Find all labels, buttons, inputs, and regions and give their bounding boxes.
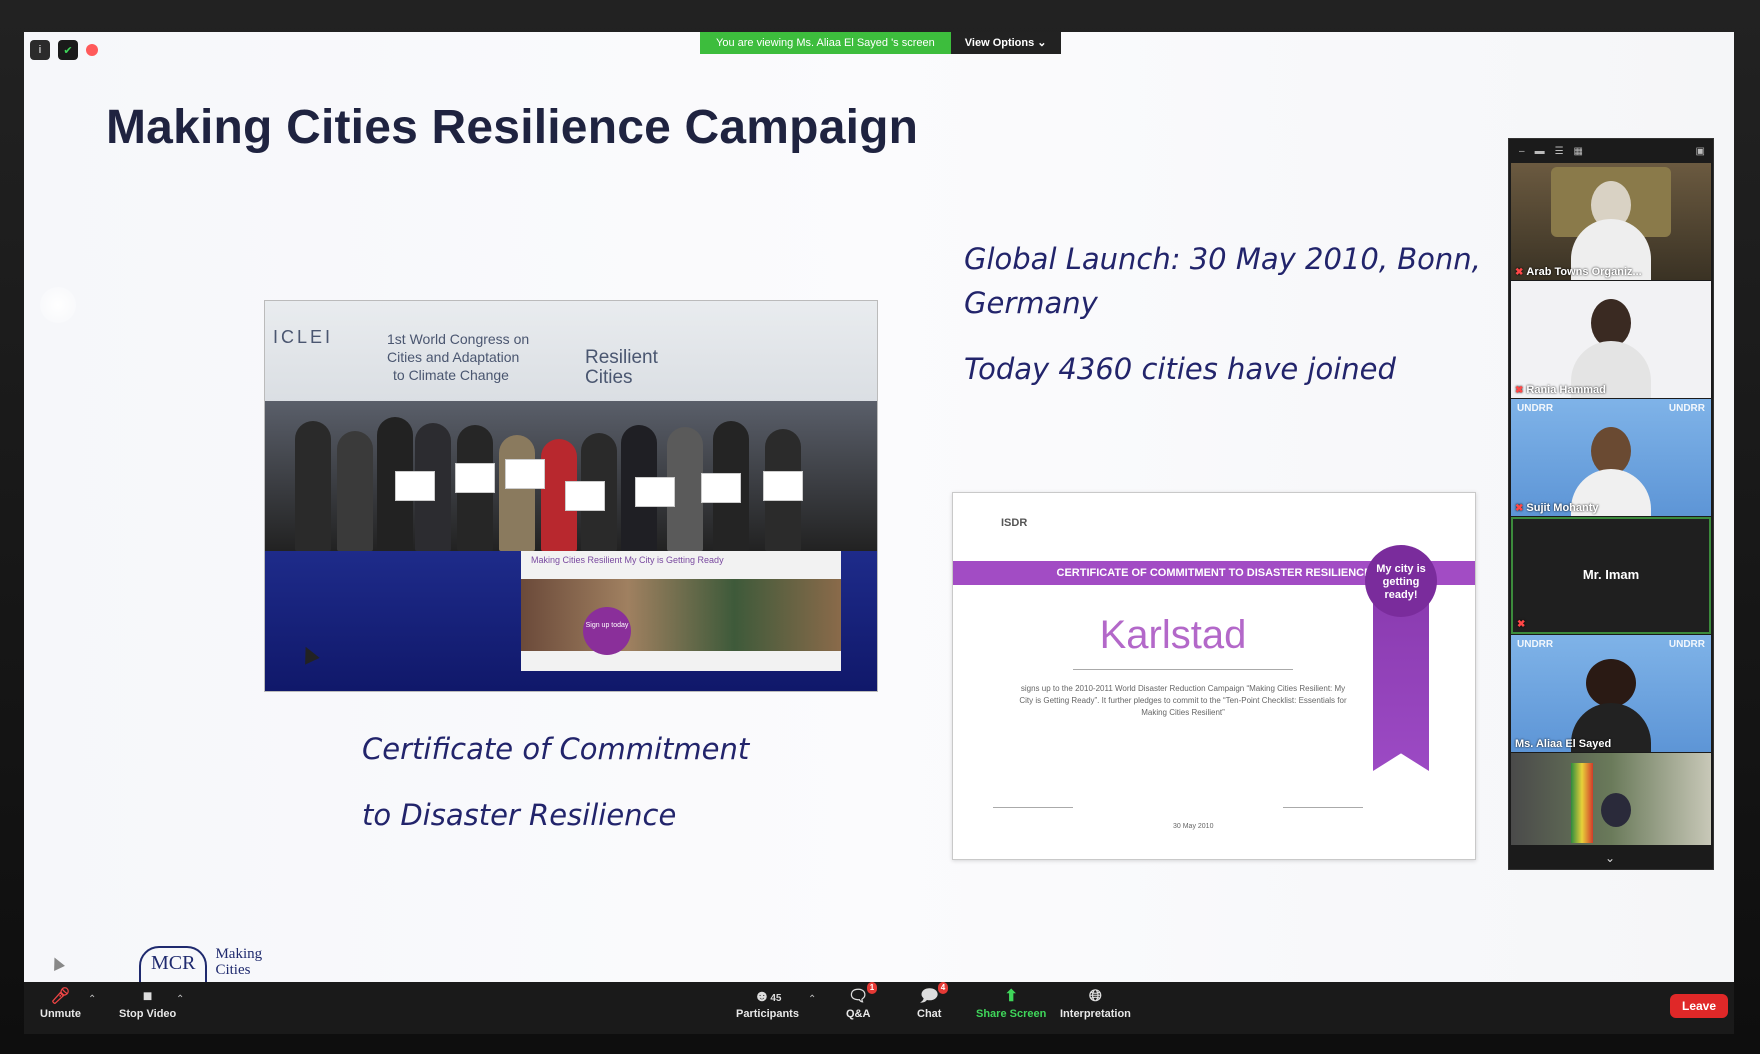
congress-text-3: to Climate Change [393, 367, 509, 383]
mcr-word-1: Making [215, 946, 263, 962]
certificate-date: 30 May 2010 [1173, 823, 1214, 830]
launch-photo: ICLEI 1st World Congress on Cities and A… [264, 300, 878, 692]
zoom-window: i ✔ You are viewing Ms. Aliaa El Sayed '… [24, 32, 1734, 1034]
top-left-controls: i ✔ [30, 40, 98, 60]
congress-text-1: 1st World Congress on [387, 331, 530, 347]
photo-backdrop [265, 301, 877, 411]
unmute-button[interactable]: 🎤︎ Unmute [40, 988, 81, 1020]
video-options-caret[interactable]: ⌃ [176, 994, 184, 1005]
signature-line-left [993, 807, 1073, 808]
chat-button[interactable]: 🗩︎ 4 Chat [917, 982, 949, 1020]
globe-icon: 🌐︎ [1089, 988, 1102, 1005]
seal-text: My city is getting ready! [1365, 545, 1437, 617]
chat-badge: 4 [937, 982, 949, 994]
iclei-text: ICLEI [273, 327, 334, 347]
certificate-body: signs up to the 2010-2011 World Disaster… [1019, 684, 1347, 717]
chat-icon: 🗩︎ 4 [918, 982, 949, 1006]
signature-line-right [1283, 807, 1363, 808]
participants-count: 45 [770, 993, 782, 1004]
participant-name: ✖ Sujit Mohanty [1515, 502, 1599, 514]
participant-name: Mr. Imam [1582, 567, 1640, 582]
minimize-icon[interactable]: – [1519, 146, 1525, 157]
qa-button[interactable]: 🗨︎ 1 Q&A [846, 982, 878, 1020]
mcr-mark: MCR [139, 946, 208, 984]
board-text: Making Cities Resilient My City is Getti… [531, 555, 724, 565]
screen-share-banner: You are viewing Ms. Aliaa El Sayed 's sc… [700, 32, 1061, 54]
participant-name: ✖ Rania Hammad [1515, 384, 1606, 396]
ribbon-seal: My city is getting ready! [1365, 545, 1437, 771]
cities-text: Cities [585, 367, 633, 388]
isdr-logo: ISDR [1001, 517, 1028, 529]
caption-line-1: Certificate of Commitment [362, 732, 750, 766]
undrr-logo: UNDRR [1517, 403, 1554, 414]
participant-tile[interactable] [1511, 753, 1711, 845]
congress-text-2: Cities and Adaptation [387, 349, 520, 365]
participant-name: ✖ Arab Towns Organiz... [1515, 266, 1642, 278]
strip-view-icon[interactable]: ☰ [1555, 146, 1564, 157]
share-screen-button[interactable]: ⬆ Share Screen [976, 988, 1046, 1020]
monitor-bezel: i ✔ You are viewing Ms. Aliaa El Sayed '… [0, 0, 1760, 1054]
interpretation-button[interactable]: 🌐︎ Interpretation [1060, 988, 1131, 1020]
launch-line-2: Germany [964, 286, 1098, 320]
leave-button[interactable]: Leave [1670, 994, 1729, 1018]
mic-muted-icon: ✖ [1515, 267, 1524, 278]
viewing-screen-label: You are viewing Ms. Aliaa El Sayed 's sc… [700, 32, 951, 54]
meeting-toolbar: 🎤︎ Unmute ⌃ ■ Stop Video ⌃ ☻45 Participa… [24, 982, 1734, 1034]
participants-button[interactable]: ☻45 Participants [736, 988, 799, 1020]
shared-slide: i ✔ You are viewing Ms. Aliaa El Sayed '… [24, 32, 1734, 984]
mic-muted-icon: ✖ [1515, 385, 1524, 396]
participant-tile[interactable]: ✖ Rania Hammad [1511, 281, 1711, 398]
slide-title: Making Cities Resilience Campaign [106, 101, 919, 154]
view-options-button[interactable]: View Options ⌄ [950, 32, 1061, 54]
single-view-icon[interactable]: ▬ [1535, 146, 1545, 157]
participants-options-caret[interactable]: ⌃ [808, 994, 816, 1005]
undrr-logo: UNDRR [1668, 403, 1705, 414]
launch-line-1: Global Launch: 30 May 2010, Bonn, [964, 242, 1481, 276]
sign-up-sticker: Sign up today [583, 607, 631, 655]
ribbon-tail [1373, 595, 1429, 771]
info-icon[interactable]: i [30, 40, 50, 60]
certificate-city: Karlstad [1099, 613, 1247, 657]
mcr-logo: MCR Making Cities [139, 946, 262, 984]
participant-tile[interactable]: UNDRR UNDRR Ms. Aliaa El Sayed [1511, 635, 1711, 752]
participant-tile[interactable]: ✖ Arab Towns Organiz... [1511, 163, 1711, 280]
chevron-down-icon[interactable]: ⌄ [1605, 851, 1615, 865]
certificate-image: ISDR CERTIFICATE OF COMMITMENT TO DISAST… [952, 492, 1476, 860]
participant-gallery: – ▬ ☰ ▦ ▣ ✖ Arab Towns Organiz... ✖ Rania … [1508, 138, 1714, 870]
recording-icon [86, 44, 98, 56]
undrr-logo: UNDRR [1668, 639, 1705, 650]
resilient-text: Resilient [585, 347, 658, 368]
undrr-logo: UNDRR [1517, 639, 1554, 650]
mcr-word-2: Cities [215, 962, 251, 978]
caption-line-2: to Disaster Resilience [362, 798, 677, 832]
mic-muted-icon: ✖ [1517, 619, 1526, 630]
people-group [265, 401, 877, 551]
qa-badge: 1 [866, 982, 878, 994]
participant-name: Ms. Aliaa El Sayed [1515, 738, 1612, 750]
stop-video-button[interactable]: ■ Stop Video [119, 988, 176, 1020]
share-screen-icon: ⬆ [1004, 988, 1018, 1005]
light-reflection [40, 287, 76, 323]
mic-status: ✖ [1517, 618, 1528, 630]
participant-tile[interactable]: UNDRR UNDRR ✖ Sujit Mohanty [1511, 399, 1711, 516]
mcr-wordmark: Making Cities [215, 946, 262, 978]
qa-icon: 🗨︎ 1 [847, 982, 878, 1006]
certificate-divider [1073, 669, 1293, 670]
participants-icon: ☻45 [753, 988, 782, 1005]
expand-icon[interactable]: ▣ [1696, 146, 1705, 157]
mic-muted-icon: ✖ [1515, 503, 1524, 514]
gallery-toolbar: – ▬ ☰ ▦ ▣ [1509, 139, 1713, 163]
cities-joined-text: Today 4360 cities have joined [964, 352, 1396, 386]
video-camera-icon: ■ [142, 988, 153, 1005]
mic-muted-icon: 🎤︎ [50, 988, 71, 1005]
shield-icon[interactable]: ✔ [58, 40, 78, 60]
audio-options-caret[interactable]: ⌃ [88, 994, 96, 1005]
participant-tile[interactable]: Mr. Imam ✖ [1511, 517, 1711, 634]
secondary-cursor-icon [49, 955, 65, 971]
campaign-board: Making Cities Resilient My City is Getti… [521, 551, 841, 671]
grid-view-icon[interactable]: ▦ [1574, 146, 1583, 157]
